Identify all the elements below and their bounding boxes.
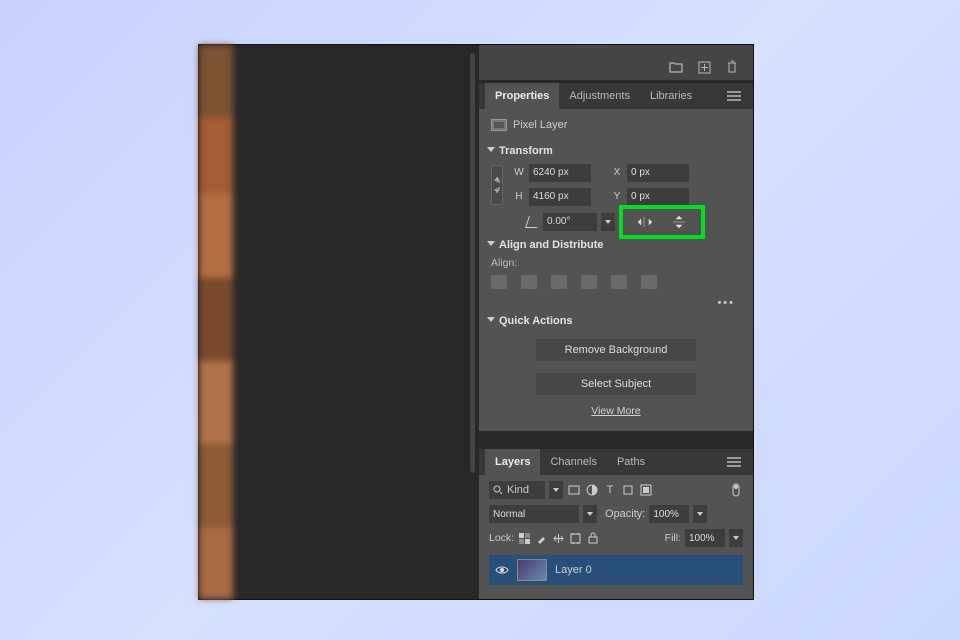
align-bottom-icon[interactable] [641,275,657,289]
chevron-down-icon [487,241,495,249]
layers-tabs: Layers Channels Paths [479,449,753,475]
lock-pixels-icon[interactable] [518,531,531,545]
app-window: Properties Adjustments Libraries Pixel L… [198,44,754,600]
trash-icon[interactable] [725,60,739,74]
x-label: X [611,167,623,178]
align-hcenter-icon[interactable] [521,275,537,289]
right-side-panels: Properties Adjustments Libraries Pixel L… [479,45,753,599]
transform-header[interactable]: Transform [487,145,741,157]
h-label: H [513,191,525,202]
tab-layers[interactable]: Layers [485,449,540,475]
lock-position-icon[interactable] [552,531,565,545]
tab-libraries[interactable]: Libraries [640,83,702,109]
lock-label: Lock: [489,532,514,544]
layer-row[interactable]: Layer 0 [489,555,743,585]
lock-all-icon[interactable] [586,531,599,545]
opacity-field[interactable]: 100% [649,505,689,523]
layer-name[interactable]: Layer 0 [555,564,592,576]
properties-tabs: Properties Adjustments Libraries [479,83,753,109]
more-options-icon[interactable]: ••• [491,293,741,309]
align-right-icon[interactable] [551,275,567,289]
remove-background-button[interactable]: Remove Background [536,339,696,361]
filter-pixel-icon[interactable] [567,483,581,497]
opacity-dropdown[interactable] [693,505,707,523]
flip-controls [627,211,697,233]
flip-horizontal-icon[interactable] [637,215,653,229]
y-label: Y [611,191,623,202]
image-edge [199,45,233,599]
tab-paths[interactable]: Paths [607,449,655,475]
angle-dropdown[interactable] [601,213,615,231]
lock-brush-icon[interactable] [535,531,548,545]
layer-filter-kind[interactable]: Kind [489,481,545,499]
align-top-icon[interactable] [581,275,597,289]
angle-icon [525,216,541,228]
transform-grid: W 6240 px X 0 px H 4160 px Y 0 px [491,163,741,207]
y-field[interactable]: 0 px [627,188,689,206]
angle-field[interactable]: 0.00° [543,213,597,231]
quick-actions-title: Quick Actions [499,315,573,327]
kind-dropdown[interactable] [549,481,563,499]
align-label: Align: [491,257,741,269]
filter-shape-icon[interactable] [621,483,635,497]
panel-top-strip [479,45,753,80]
filter-smart-icon[interactable] [639,483,653,497]
height-field[interactable]: 4160 px [529,188,591,206]
chevron-down-icon [487,317,495,325]
opacity-label: Opacity: [605,508,645,520]
fill-field[interactable]: 100% [685,529,725,547]
layers-panel: Kind T Normal Opacity: 100% Lock: [479,475,753,599]
select-subject-button[interactable]: Select Subject [536,373,696,395]
canvas-scrollbar[interactable] [470,53,475,473]
fill-dropdown[interactable] [729,529,743,547]
align-left-icon[interactable] [491,275,507,289]
align-header[interactable]: Align and Distribute [487,239,741,251]
filter-toggle-icon[interactable] [729,483,743,497]
visibility-icon[interactable] [495,565,509,575]
lock-artboard-icon[interactable] [569,531,582,545]
layers-menu-icon[interactable] [721,457,747,467]
fill-label: Fill: [665,532,681,544]
align-vcenter-icon[interactable] [611,275,627,289]
link-wh-icon[interactable] [491,165,503,205]
filter-adjust-icon[interactable] [585,483,599,497]
properties-panel: Pixel Layer Transform W 6240 px X 0 px H… [479,109,753,431]
view-more-link[interactable]: View More [591,405,640,417]
align-buttons [491,275,741,289]
highlight-box [619,205,705,239]
canvas-area[interactable] [199,45,479,599]
x-field[interactable]: 0 px [627,164,689,182]
search-icon [493,485,503,495]
tab-properties[interactable]: Properties [485,83,559,109]
filter-type-icon[interactable]: T [603,483,617,497]
tab-adjustments[interactable]: Adjustments [559,83,640,109]
quick-actions-header[interactable]: Quick Actions [487,315,741,327]
new-layer-icon[interactable] [697,60,711,74]
folder-icon[interactable] [669,60,683,74]
layer-type-icon [491,119,507,131]
kind-label: Kind [507,484,529,496]
flip-vertical-icon[interactable] [671,215,687,229]
blend-mode-dropdown[interactable] [583,505,597,523]
layer-type-label: Pixel Layer [513,119,567,131]
tab-channels[interactable]: Channels [540,449,606,475]
blend-mode-select[interactable]: Normal [489,505,579,523]
w-label: W [513,167,525,178]
transform-title: Transform [499,145,553,157]
panel-menu-icon[interactable] [721,91,747,101]
align-title: Align and Distribute [499,239,604,251]
layer-thumbnail[interactable] [517,559,547,581]
chevron-down-icon [487,147,495,155]
width-field[interactable]: 6240 px [529,164,591,182]
